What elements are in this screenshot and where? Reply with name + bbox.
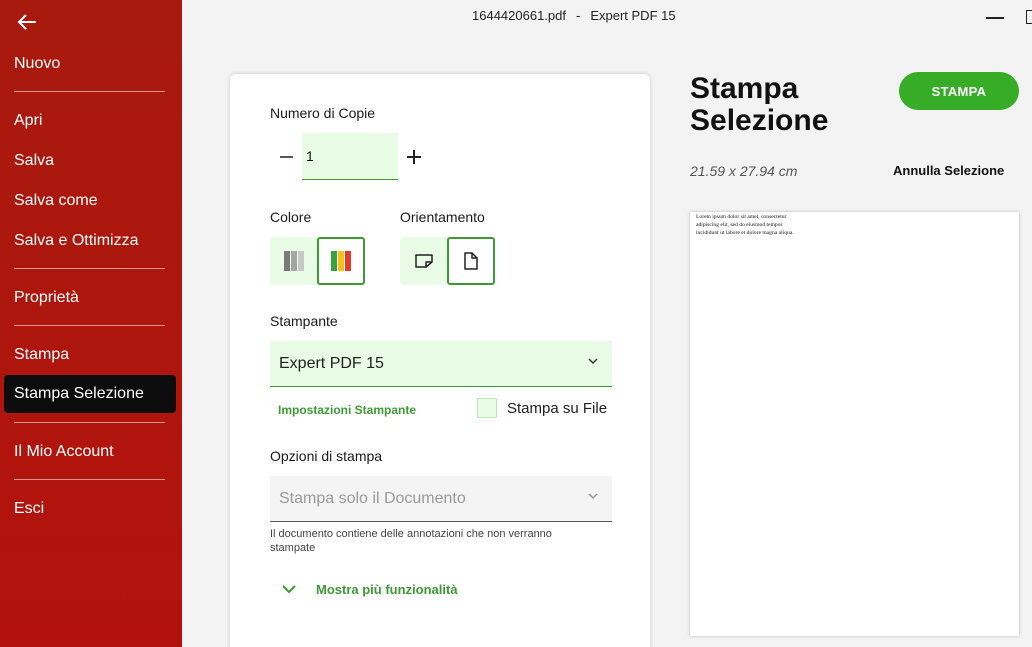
chevron-down-icon [588, 493, 598, 500]
color-toggle[interactable] [317, 237, 365, 285]
landscape-toggle[interactable] [400, 237, 448, 285]
cancel-selection-button[interactable]: Annulla Selezione [893, 163, 1004, 178]
decrement-button[interactable] [270, 144, 302, 170]
color-bars-icon [331, 251, 351, 271]
preview-content: Lorem ipsum dolor sit amet, consectetur … [696, 214, 794, 236]
window-title-separator: - [575, 8, 581, 23]
sidebar-item-stampa-selezione[interactable]: Stampa Selezione [4, 375, 176, 413]
chevron-down-icon [588, 358, 598, 365]
window-app-name: Expert PDF 15 [590, 8, 676, 23]
copies-input[interactable] [302, 133, 398, 180]
portrait-page-icon [464, 252, 478, 270]
sidebar-item-salva[interactable]: Salva [4, 142, 176, 180]
sidebar-divider [14, 422, 165, 423]
sidebar-divider [14, 91, 165, 92]
print-to-file-checkbox[interactable] [477, 398, 497, 418]
printer-select[interactable]: Expert PDF 15 [270, 341, 612, 387]
sidebar-item-proprieta[interactable]: Proprietà [4, 279, 176, 317]
print-button[interactable]: STAMPA [899, 72, 1019, 110]
printer-settings-link[interactable]: Impostazioni Stampante [278, 403, 416, 417]
minimize-icon[interactable] [986, 17, 1004, 19]
color-label: Colore [270, 209, 312, 225]
sidebar-item-esci[interactable]: Esci [4, 490, 176, 528]
sidebar: Nuovo Apri Salva Salva come Salva e Otti… [0, 0, 182, 647]
print-options-select[interactable]: Stampa solo il Documento [270, 476, 612, 522]
copies-label: Numero di Copie [270, 105, 376, 121]
orientation-label: Orientamento [400, 209, 485, 225]
window-title: 1644420661.pdf - Expert PDF 15 [472, 8, 676, 23]
landscape-page-icon [415, 254, 433, 268]
maximize-icon[interactable] [1026, 10, 1032, 24]
sidebar-divider [14, 479, 165, 480]
print-settings-panel: Numero di Copie Colore Orientamento Stam… [230, 74, 650, 647]
sidebar-item-account[interactable]: Il Mio Account [4, 433, 176, 471]
print-options-label: Opzioni di stampa [270, 448, 383, 464]
sidebar-item-salva-ottimizza[interactable]: Salva e Ottimizza [4, 222, 176, 260]
grayscale-toggle[interactable] [270, 237, 318, 285]
back-arrow-icon[interactable] [12, 8, 42, 36]
minus-icon [279, 156, 293, 158]
sidebar-divider [14, 325, 165, 326]
portrait-toggle[interactable] [447, 237, 495, 285]
chevron-down-icon [282, 585, 296, 594]
show-more-features-label: Mostra più funzionalità [316, 582, 458, 597]
window-filename: 1644420661.pdf [472, 8, 566, 23]
printer-select-value: Expert PDF 15 [279, 354, 384, 372]
sidebar-divider [14, 268, 165, 269]
grayscale-bars-icon [284, 251, 304, 271]
print-preview-page: Lorem ipsum dolor sit amet, consectetur … [690, 212, 1019, 636]
sidebar-item-stampa[interactable]: Stampa [4, 336, 176, 374]
print-options-value: Stampa solo il Documento [279, 489, 466, 507]
sidebar-item-apri[interactable]: Apri [4, 102, 176, 140]
print-to-file-label[interactable]: Stampa su File [507, 400, 607, 417]
sidebar-item-salva-come[interactable]: Salva come [4, 182, 176, 220]
sidebar-item-nuovo[interactable]: Nuovo [4, 45, 176, 83]
show-more-features-button[interactable]: Mostra più funzionalità [282, 582, 458, 597]
page-title: Stampa Selezione [690, 72, 829, 137]
page-size-text: 21.59 x 27.94 cm [690, 163, 798, 179]
printer-label: Stampante [270, 313, 338, 329]
increment-button[interactable] [400, 143, 428, 171]
annotations-note: Il documento contiene delle annotazioni … [270, 528, 552, 554]
